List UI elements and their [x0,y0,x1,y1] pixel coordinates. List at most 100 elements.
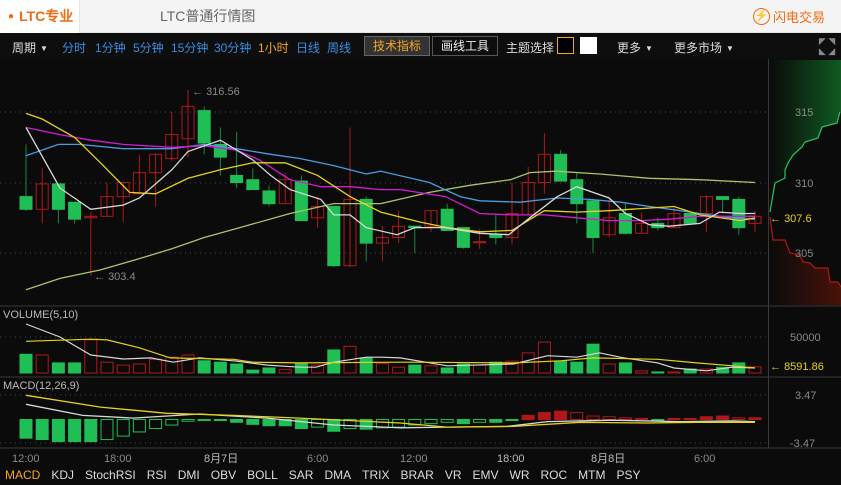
indicator-tab-brar[interactable]: BRAR [400,466,433,485]
volume-bar [424,365,438,374]
volume-bar [84,339,98,374]
macd-bar [554,410,568,420]
candle-down [554,153,568,182]
volume-bar [100,361,114,374]
period-weekly[interactable]: 周线 [327,39,351,56]
indicator-tab-wr[interactable]: WR [510,466,530,485]
tab-ltc-normal-chart[interactable]: LTC普通行情图 [160,0,255,33]
candle-down [197,110,211,144]
candle-down [683,213,697,224]
macd-bar [165,419,179,426]
tab-ltc-pro-chart[interactable]: ●LTC专业行情图 [0,0,80,57]
indicator-tab-obv[interactable]: OBV [211,466,236,485]
macd-bar [489,419,503,423]
macd-bar [35,419,49,441]
flash-trade-button[interactable]: ⚡ 闪电交易 [752,7,825,26]
current-volume-label: ← 8591.86 [770,361,824,373]
fullscreen-icon[interactable]: ◤ ◥ ◣ ◢ [817,36,837,56]
tech-indicator-button[interactable]: 技术指标 [364,36,431,56]
indicator-tab-boll[interactable]: BOLL [247,466,278,485]
period-15min[interactable]: 15分钟 [171,39,208,56]
caret-down-icon: ▼ [40,44,48,53]
theme-dark-swatch[interactable] [557,37,574,54]
candle-down [570,179,584,205]
macd-dif-line [25,403,756,429]
indicator-tab-emv[interactable]: EMV [472,466,498,485]
volume-bar [294,363,308,374]
macd-bar [699,416,713,420]
volume-bar [278,368,292,374]
volume-bar [618,362,632,374]
macd-bar [424,419,438,425]
period-5min[interactable]: 5分钟 [133,39,164,56]
volume-bar [230,363,244,374]
active-dot-icon: ● [8,11,15,22]
volume-bar [570,361,584,374]
indicator-tab-trix[interactable]: TRIX [362,466,389,485]
more-markets-dropdown[interactable]: 更多市场 ▼ [674,39,734,56]
macd-bar [667,417,681,420]
more-label: 更多 [617,41,642,55]
indicator-tab-stochrsi[interactable]: StochRSI [85,466,136,485]
date-label: 8月7日 [204,453,238,465]
volume-title: VOLUME(5,10) [3,309,78,321]
candle-down [294,180,308,222]
macd-bar [149,419,163,429]
period-dropdown[interactable]: 周期 ▼ [12,39,48,56]
macd-bar [651,419,665,421]
macd-bar [537,412,551,421]
macd-bar [748,417,762,421]
time-label: 12:00 [400,453,428,465]
low-value: 303.4 [108,271,136,283]
volume-bar [197,360,211,374]
macd-bar [521,414,535,421]
time-label: 6:00 [694,453,715,465]
macd-bar [68,419,82,443]
indicator-tab-macd[interactable]: MACD [5,466,40,485]
macd-bar [19,419,33,439]
indicator-tab-sar[interactable]: SAR [289,466,314,485]
low-annotation: ← 303.4 [94,271,136,283]
period-1min[interactable]: 1分钟 [95,39,126,56]
volume-tick: 50000 [790,332,821,344]
macd-bar [51,419,65,443]
candle-down [51,183,65,210]
period-daily[interactable]: 日线 [296,39,320,56]
indicator-tab-psy[interactable]: PSY [617,466,641,485]
draw-tools-button[interactable]: 画线工具 [432,36,499,56]
volume-bar [651,371,665,374]
macd-bar [570,412,584,421]
theme-light-swatch[interactable] [580,37,597,54]
more-dropdown[interactable]: 更多 ▼ [617,39,653,56]
indicator-tab-vr[interactable]: VR [445,466,462,485]
indicator-tab-roc[interactable]: ROC [541,466,568,485]
macd-tick-bottom: -3.47 [790,438,815,450]
current-price: 307.6 [784,213,812,225]
volume-bar [51,362,65,374]
caret-down-icon: ▼ [645,44,653,53]
volume-bar [440,367,454,374]
indicator-tab-kdj[interactable]: KDJ [51,466,74,485]
date-label: 8月8日 [591,453,625,465]
period-1hour[interactable]: 1小时 [258,39,289,56]
volume-bar [359,357,373,374]
volume-bar [19,353,33,374]
indicator-tab-rsi[interactable]: RSI [147,466,167,485]
candle-down [19,196,33,210]
indicator-tab-dma[interactable]: DMA [324,466,351,485]
indicator-tab-mtm[interactable]: MTM [578,466,605,485]
period-30min[interactable]: 30分钟 [214,39,251,56]
macd-bar [246,419,260,425]
volume-bar [375,363,389,374]
flash-trade-label: 闪电交易 [772,10,825,25]
indicator-tab-dmi[interactable]: DMI [178,466,200,485]
time-label: 18:00 [104,453,132,465]
candle-down [246,179,260,191]
kline-chart[interactable]: ← 316.56 ← 303.4 315 310 305 ← 307.6 VOL… [0,59,841,466]
volume-bar [132,363,146,374]
current-price-label: ← 307.6 [770,213,812,225]
time-label: 18:00 [497,453,525,465]
macd-bar [440,419,454,423]
candle-up [473,241,487,244]
period-timeline[interactable]: 分时 [62,39,86,56]
